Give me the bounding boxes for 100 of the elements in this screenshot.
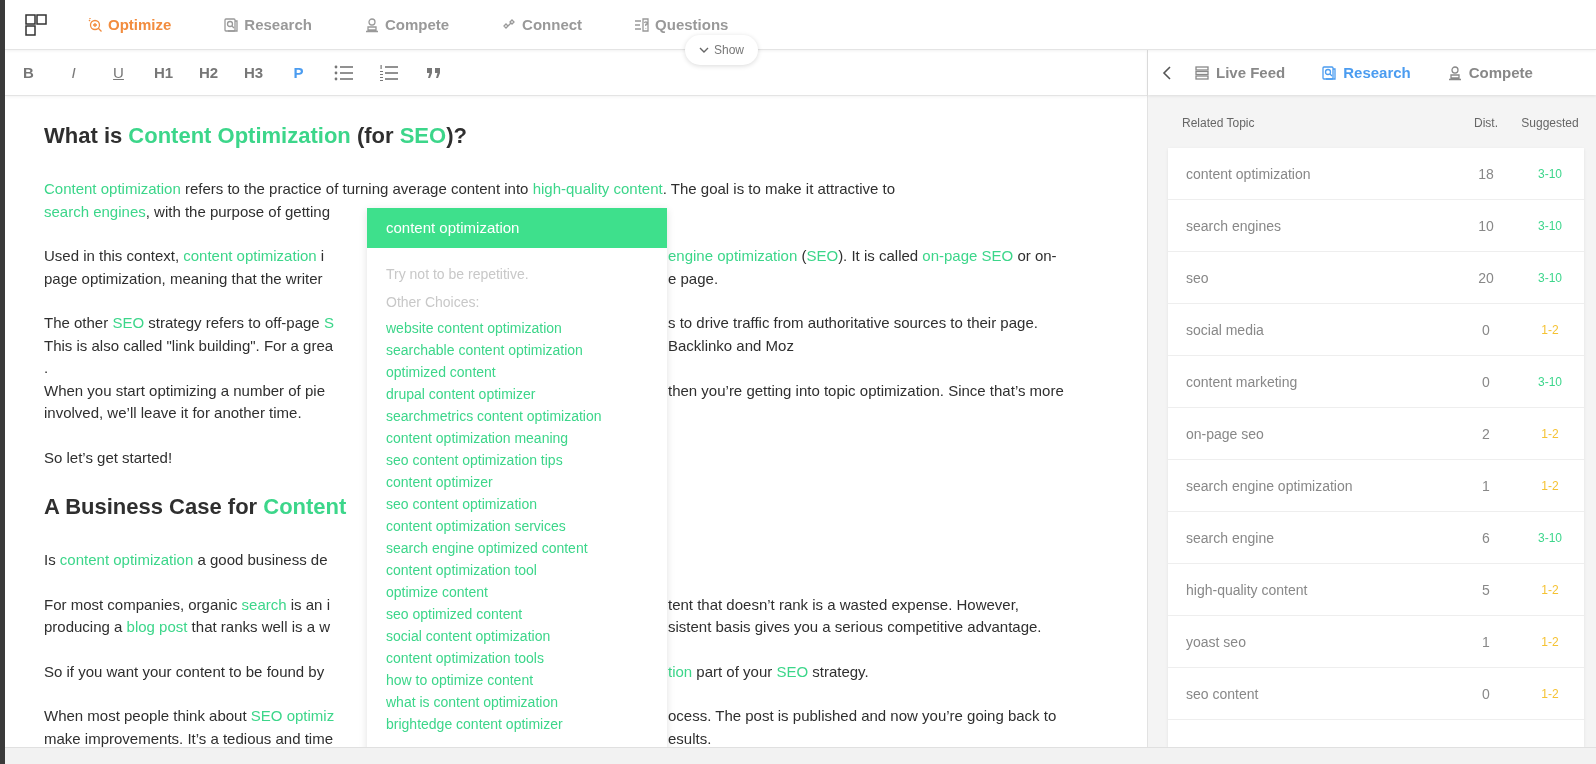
- topic-cell-text: content marketing: [1186, 373, 1299, 390]
- choice-link[interactable]: content optimization services: [367, 515, 667, 537]
- person-stamp-icon: [1446, 64, 1463, 81]
- paragraph-text: .: [44, 358, 49, 378]
- format-button[interactable]: I: [51, 57, 96, 88]
- paragraph-text: This is also called "link building". For a grea: [44, 335, 335, 356]
- column-header: Related Topic: [1182, 116, 1256, 132]
- format-button[interactable]: B: [6, 57, 51, 88]
- suggested-cell-text: 1-2: [1540, 582, 1560, 597]
- paragraph-text: Content optimization refers to the practice of turning average content into high-quality content. The goal is to make it attractive to: [44, 179, 896, 199]
- paragraph-text: engine optimization (SEO). It is called on-page SEO or on-: [668, 246, 1057, 266]
- paragraph-text: make improvements. It’s a tedious and time: [44, 728, 335, 747]
- suggested-cell-text: 1-2: [1540, 478, 1560, 493]
- choice-link[interactable]: optimized content: [367, 361, 667, 383]
- chevron-down-icon: [699, 45, 709, 55]
- suggested-cell-text: 1-2: [1540, 686, 1560, 701]
- document-search-icon: [1321, 64, 1338, 81]
- suggested-cell-text: 1-2: [1540, 426, 1560, 441]
- grid-icon[interactable]: [25, 13, 47, 36]
- distance-cell-text: 5: [1481, 581, 1491, 598]
- paragraph-text: producing a blog post that ranks well is a w: [44, 617, 331, 637]
- distance-cell-text: 1: [1481, 633, 1491, 650]
- topic-cell-text: high-quality content: [1186, 581, 1309, 598]
- choice-link[interactable]: brightedge content optimizer: [367, 713, 667, 735]
- paragraph-text: So let’s get started!: [44, 447, 173, 468]
- choice-link[interactable]: content optimization tools: [367, 647, 667, 669]
- choice-link[interactable]: drupal content optimizer: [367, 383, 667, 405]
- choice-link[interactable]: optimize content: [367, 581, 667, 603]
- show-button[interactable]: Show: [685, 35, 759, 65]
- nav-tab[interactable]: Compete: [363, 16, 450, 33]
- panel-tab[interactable]: Research: [1321, 64, 1411, 81]
- back-icon[interactable]: [1162, 64, 1172, 81]
- paragraph-text: then you’re getting into topic optimization. Since that’s more: [668, 380, 1064, 401]
- paragraph-text: esults.: [668, 728, 712, 747]
- choice-link[interactable]: what is content optimization: [367, 691, 667, 713]
- topic-cell-text: on-page seo: [1186, 425, 1265, 442]
- paragraph-text: s to drive traffic from authoritative sources to their page.: [668, 313, 1038, 333]
- paragraph-text: e page.: [668, 268, 719, 289]
- format-button[interactable]: H3: [231, 57, 276, 88]
- format-button[interactable]: P: [276, 57, 321, 88]
- nav-tab[interactable]: Questions: [634, 16, 729, 33]
- column-header: Dist.: [1473, 116, 1499, 132]
- distance-cell-text: 6: [1481, 529, 1491, 546]
- paragraph-text: page optimization, meaning that the writer: [44, 268, 324, 289]
- paragraph-text: ocess. The post is published and now you’re going back to: [668, 706, 1057, 726]
- suggested-cell-text: 3-10: [1537, 166, 1563, 181]
- heading-text: What is Content Optimization (for SEO)?: [44, 122, 467, 150]
- choice-link[interactable]: searchmetrics content optimization: [367, 405, 667, 427]
- popup-title: content optimization: [367, 208, 667, 248]
- choice-link[interactable]: content optimization meaning: [367, 427, 667, 449]
- topic-cell-text: social media: [1186, 321, 1265, 338]
- magnifier-icon: [87, 16, 103, 33]
- suggested-cell-text: 1-2: [1540, 322, 1560, 337]
- paragraph-text: The other SEO strategy refers to off-page S: [44, 313, 335, 333]
- topic-cell-text: yoast seo: [1186, 633, 1247, 650]
- column-header: Suggested: [1520, 116, 1580, 132]
- paragraph-text: tion part of your SEO strategy.: [668, 661, 869, 682]
- nav-tab[interactable]: Optimize: [87, 16, 172, 33]
- person-stamp-icon: [363, 16, 380, 33]
- paragraph-text: For most companies, organic search is an i: [44, 594, 331, 615]
- distance-cell-text: 1: [1481, 477, 1491, 494]
- choice-link[interactable]: searchable content optimization: [367, 339, 667, 361]
- paragraph-text: search engines, with the purpose of getting: [44, 201, 331, 222]
- choice-link[interactable]: social content optimization: [367, 625, 667, 647]
- format-button[interactable]: U: [96, 57, 141, 88]
- choice-link[interactable]: seo content optimization tips: [367, 449, 667, 471]
- paragraph-text: When most people think about SEO optimiz: [44, 706, 336, 726]
- choice-link[interactable]: seo optimized content: [367, 603, 667, 625]
- topic-cell-text: search engine optimization: [1186, 477, 1354, 494]
- heading-text: A Business Case for Content: [44, 493, 347, 521]
- paragraph-text: Backlinko and Moz: [668, 335, 794, 356]
- topic-cell-text: seo: [1186, 269, 1210, 286]
- suggested-cell-text: 3-10: [1537, 218, 1563, 233]
- suggested-cell-text: 3-10: [1537, 374, 1563, 389]
- topic-cell-text: search engines: [1186, 217, 1282, 234]
- distance-cell-text: 0: [1481, 685, 1491, 702]
- choice-link[interactable]: how to optimize content: [367, 669, 667, 691]
- choice-link[interactable]: website content optimization: [367, 317, 667, 339]
- paragraph-text: tent that doesn’t rank is a wasted expense. However,: [668, 594, 1020, 615]
- suggested-cell-text: 1-2: [1540, 634, 1560, 649]
- bullet-list-icon: [333, 64, 354, 81]
- quote-icon: [425, 66, 442, 79]
- format-button[interactable]: H2: [186, 57, 231, 88]
- distance-cell-text: 0: [1481, 321, 1491, 338]
- choice-link[interactable]: content optimizer: [367, 471, 667, 493]
- nav-tab[interactable]: Connect: [501, 16, 583, 33]
- panel-tab[interactable]: Compete: [1446, 64, 1533, 81]
- panel-tab[interactable]: Live Feed: [1194, 64, 1286, 81]
- nav-tab[interactable]: Research: [223, 16, 312, 33]
- list-icon: [1194, 64, 1210, 81]
- document-search-icon: [223, 16, 240, 33]
- choice-link[interactable]: seo content optimization: [367, 493, 667, 515]
- paragraph-text: involved, we’ll leave it for another time.: [44, 403, 302, 423]
- distance-cell-text: 20: [1477, 269, 1495, 286]
- format-button[interactable]: H1: [141, 57, 186, 88]
- paragraph-text: When you start optimizing a number of pie: [44, 380, 326, 401]
- distance-cell-text: 18: [1477, 165, 1495, 182]
- choice-link[interactable]: search engine optimized content: [367, 537, 667, 559]
- distance-cell-text: 2: [1481, 425, 1491, 442]
- choice-link[interactable]: content optimization tool: [367, 559, 667, 581]
